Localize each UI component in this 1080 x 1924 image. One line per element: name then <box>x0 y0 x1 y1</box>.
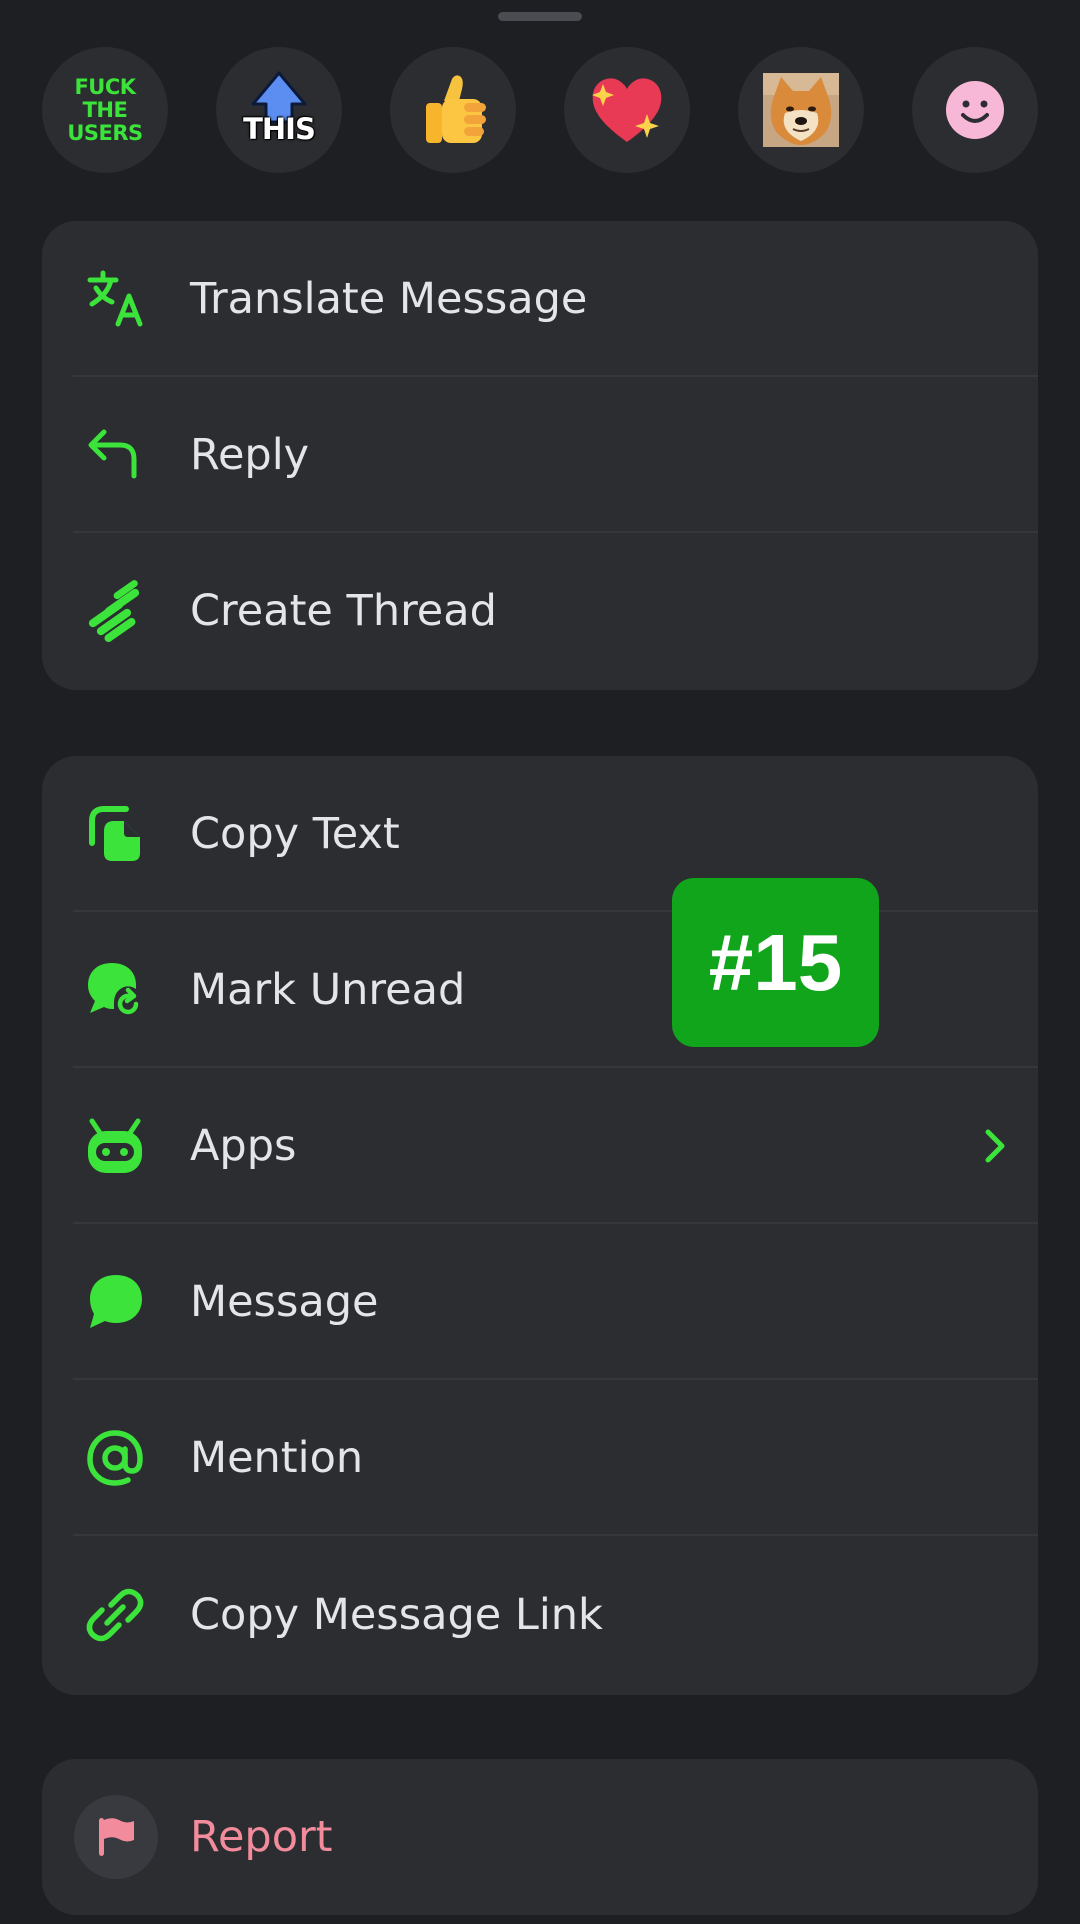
menu-item-label: Mark Unread <box>190 965 466 1015</box>
reaction-doge[interactable] <box>738 47 864 173</box>
menu-item-label: Apps <box>190 1121 297 1171</box>
menu-item-label: Reply <box>190 430 310 480</box>
menu-item-mark-unread[interactable]: Mark Unread <box>42 912 1038 1068</box>
drag-handle[interactable] <box>498 12 582 21</box>
menu-item-mention[interactable]: Mention <box>42 1380 1038 1536</box>
reaction-smiling-face[interactable] <box>912 47 1038 173</box>
fuck-the-users-emoji: FUCK THE USERS <box>67 74 143 145</box>
menu-item-label: Copy Text <box>190 809 400 859</box>
menu-item-label: Report <box>190 1812 333 1862</box>
menu-item-report[interactable]: Report <box>42 1759 1038 1915</box>
flag-icon <box>74 1795 158 1879</box>
emoji-text-line-3: USERS <box>67 120 143 145</box>
smiling-face-icon <box>946 81 1004 139</box>
doge-icon <box>763 73 839 147</box>
menu-item-label: Message <box>190 1277 379 1327</box>
message-bubble-icon <box>84 1271 146 1333</box>
translate-icon <box>84 268 146 330</box>
menu-item-reply[interactable]: Reply <box>42 377 1038 533</box>
menu-group-primary: Translate Message Reply Create Thread <box>42 221 1038 690</box>
thread-icon <box>84 580 146 642</box>
menu-item-label: Create Thread <box>190 586 497 636</box>
reaction-thumbs-up[interactable] <box>390 47 516 173</box>
at-sign-icon <box>84 1427 146 1489</box>
menu-item-create-thread[interactable]: Create Thread <box>42 533 1038 689</box>
sparkling-heart-icon <box>592 78 662 142</box>
menu-item-copy-text[interactable]: Copy Text <box>42 756 1038 912</box>
menu-item-copy-message-link[interactable]: Copy Message Link <box>42 1536 1038 1693</box>
menu-group-secondary: Copy Text Mark Unread Apps Message Menti… <box>42 756 1038 1695</box>
chevron-right-icon <box>985 1129 1005 1163</box>
step-badge: #15 <box>672 878 879 1047</box>
menu-item-message[interactable]: Message <box>42 1224 1038 1380</box>
link-icon <box>84 1584 146 1646</box>
copy-icon <box>84 803 146 865</box>
context-menu-sheet: FUCK THE USERS THIS Translate Message Re… <box>0 0 1080 1924</box>
menu-item-translate-message[interactable]: Translate Message <box>42 221 1038 377</box>
robot-icon <box>84 1115 146 1177</box>
menu-group-danger: Report <box>42 1759 1038 1915</box>
reaction-fuck-the-users[interactable]: FUCK THE USERS <box>42 47 168 173</box>
emoji-text-line-2: THE <box>82 97 128 122</box>
menu-item-label: Mention <box>190 1433 364 1483</box>
emoji-text-line-1: FUCK <box>74 74 136 99</box>
this-upvote-emoji: THIS <box>239 70 319 150</box>
menu-item-label: Copy Message Link <box>190 1589 603 1640</box>
reply-arrow-icon <box>84 424 146 486</box>
emoji-caption: THIS <box>243 112 316 146</box>
reaction-sparkling-heart[interactable] <box>564 47 690 173</box>
thumbs-up-icon <box>426 75 486 143</box>
mark-unread-icon <box>84 959 146 1021</box>
reaction-bar: FUCK THE USERS THIS <box>0 47 1080 173</box>
menu-item-label: Translate Message <box>190 274 588 324</box>
menu-item-apps[interactable]: Apps <box>42 1068 1038 1224</box>
reaction-this[interactable]: THIS <box>216 47 342 173</box>
